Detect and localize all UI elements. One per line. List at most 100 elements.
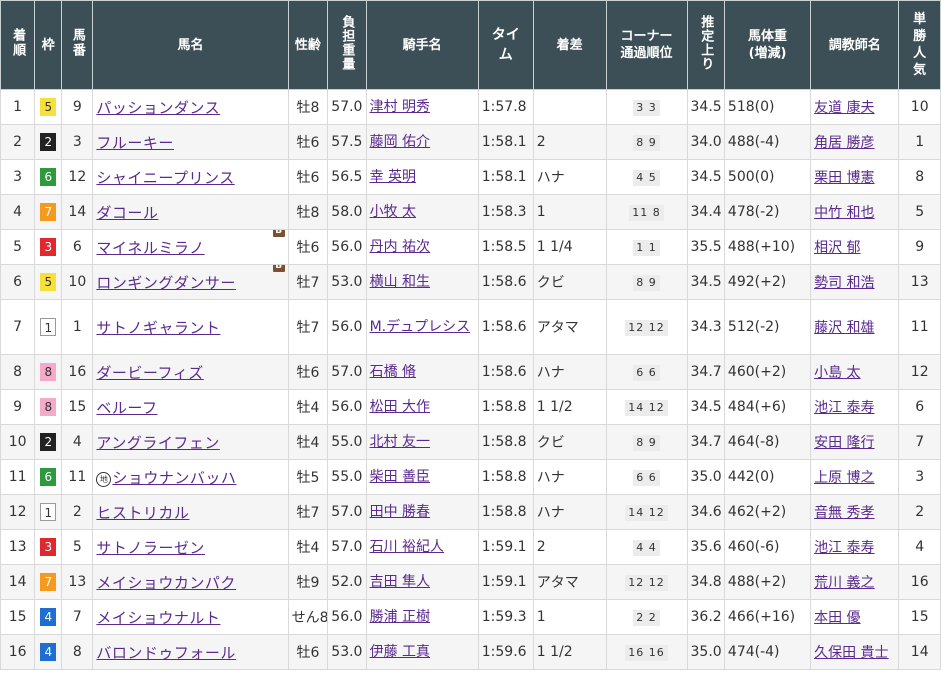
horse-link[interactable]: フルーキー	[96, 134, 174, 152]
header-pop[interactable]: 単勝人気	[898, 0, 941, 90]
trainer-link[interactable]: 安田 隆行	[814, 435, 874, 451]
jockey-link[interactable]: 丹内 祐次	[370, 239, 430, 255]
trainer-cell: 安田 隆行	[810, 424, 900, 460]
sexage-cell: 牡7	[287, 494, 329, 530]
trainer-link[interactable]: 荒川 義之	[814, 575, 874, 591]
jockey-link[interactable]: 田中 勝春	[370, 504, 430, 520]
jockey-link[interactable]: 北村 友一	[370, 434, 430, 450]
corner-second: 9	[648, 135, 657, 149]
jockey-link[interactable]: 藤岡 佑介	[370, 134, 430, 150]
horse-link[interactable]: サトノギャラント	[96, 319, 220, 337]
horse-link[interactable]: ダービーフィズ	[96, 364, 203, 382]
trainer-cell: 勢司 和浩	[810, 264, 900, 300]
trainer-link[interactable]: 池江 泰寿	[814, 400, 874, 416]
waku-cell: 3	[34, 529, 63, 565]
last3f-cell: 34.5	[686, 264, 725, 300]
waku-cell: 6	[34, 159, 63, 195]
jockey-link[interactable]: 石川 裕紀人	[370, 539, 444, 555]
rank-cell: 4	[0, 194, 36, 230]
trainer-link[interactable]: 栗田 博憲	[814, 170, 874, 186]
trainer-link[interactable]: 音無 秀孝	[814, 505, 874, 521]
header-margin[interactable]: 着差	[532, 0, 607, 90]
header-waku[interactable]: 枠	[34, 0, 63, 90]
horse-link[interactable]: ヒストリカル	[96, 504, 189, 522]
header-rank[interactable]: 着順	[0, 0, 36, 90]
header-horse[interactable]: 馬名	[92, 0, 289, 90]
time-cell: 1:58.6	[477, 354, 534, 390]
horse-link[interactable]: アングライフェン	[96, 434, 219, 452]
trainer-link[interactable]: 久保田 貴士	[814, 645, 888, 661]
weight-cell: 57.0	[327, 89, 367, 125]
table-row: 3 6 12 シャイニープリンス 牡6 56.5 幸 英明 1:58.1 ハナ 4 5 34.5 50…	[0, 159, 941, 195]
time-cell: 1:59.3	[477, 599, 534, 635]
horse-link[interactable]: ロンギングダンサー	[96, 274, 236, 292]
header-time[interactable]: タイム	[477, 0, 534, 90]
header-body[interactable]: 馬体重 (増減)	[723, 0, 812, 90]
time-cell: 1:58.5	[477, 229, 534, 265]
last3f-cell: 35.6	[686, 529, 725, 565]
rank-cell: 12	[0, 494, 36, 530]
jockey-link[interactable]: 石橋 脩	[370, 364, 416, 380]
jockey-link[interactable]: 松田 大作	[370, 399, 430, 415]
waku-badge: 3	[40, 238, 57, 256]
trainer-link[interactable]: 中竹 和也	[814, 205, 874, 221]
jockey-link[interactable]: 津村 明秀	[370, 99, 430, 115]
trainer-link[interactable]: 友道 康夫	[814, 100, 874, 116]
horse-link[interactable]: バロンドゥフォール	[96, 644, 236, 662]
trainer-link[interactable]: 藤沢 和雄	[814, 320, 874, 336]
trainer-link[interactable]: 勢司 和浩	[814, 275, 874, 291]
horse-link[interactable]: ダコール	[96, 204, 158, 222]
horse-link[interactable]: サトノラーゼン	[96, 539, 205, 557]
jockey-link[interactable]: M.デュプレシス	[370, 319, 471, 335]
header-corner[interactable]: コーナー 通過順位	[605, 0, 688, 90]
jockey-link[interactable]: 小牧 太	[370, 204, 416, 220]
header-sexage[interactable]: 性齢	[287, 0, 329, 90]
weight-cell: 56.0	[327, 299, 367, 355]
horse-cell: サトノギャラント	[92, 299, 289, 355]
popularity-cell: 4	[898, 529, 941, 565]
horse-link[interactable]: メイショウカンパク	[96, 574, 236, 592]
trainer-link[interactable]: 池江 泰寿	[814, 540, 874, 556]
popularity-cell: 3	[898, 459, 941, 495]
jockey-cell: 勝浦 正樹	[365, 599, 479, 635]
header-jockey[interactable]: 騎手名	[365, 0, 479, 90]
horse-link[interactable]: メイショウナルト	[96, 609, 220, 627]
horse-link[interactable]: ショウナンバッハ	[112, 469, 236, 487]
sexage-cell: 牡6	[287, 159, 329, 195]
body-weight-cell: 488(-4)	[723, 124, 812, 160]
corner-order: 8 9	[633, 134, 660, 151]
trainer-link[interactable]: 本田 優	[814, 610, 860, 626]
horse-link[interactable]: マイネルミラノ	[96, 239, 204, 257]
corner-order: 6 6	[633, 364, 660, 381]
corner-first: 8	[636, 435, 645, 449]
jockey-link[interactable]: 伊藤 工真	[370, 644, 430, 660]
body-weight-cell: 474(-4)	[723, 634, 812, 670]
header-weight[interactable]: 負担重量	[327, 0, 367, 90]
body-weight-cell: 464(-8)	[723, 424, 812, 460]
last3f-cell: 34.6	[686, 494, 725, 530]
corner-order: 1 1	[633, 239, 660, 256]
trainer-link[interactable]: 上原 博之	[814, 470, 874, 486]
body-weight-cell: 460(+2)	[723, 354, 812, 390]
jockey-cell: 小牧 太	[365, 194, 479, 230]
trainer-link[interactable]: 小島 太	[814, 365, 860, 381]
trainer-cell: 本田 優	[810, 599, 900, 635]
jockey-link[interactable]: 吉田 隼人	[370, 574, 430, 590]
corner-second: 12	[648, 575, 665, 589]
body-weight-cell: 488(+2)	[723, 564, 812, 600]
trainer-cell: 小島 太	[810, 354, 900, 390]
jockey-link[interactable]: 勝浦 正樹	[370, 609, 430, 625]
horse-link[interactable]: シャイニープリンス	[96, 169, 234, 187]
header-last3f[interactable]: 推定上り	[686, 0, 725, 90]
horse-link[interactable]: パッションダンス	[96, 99, 220, 117]
jockey-link[interactable]: 柴田 善臣	[370, 469, 430, 485]
table-row: 7 1 1 サトノギャラント 牡7 56.0 M.デュプレシス 1:58.6 アタマ 12 12 3…	[0, 299, 941, 355]
header-num[interactable]: 馬番	[61, 0, 94, 90]
table-row: 13 3 5 サトノラーゼン 牡4 57.0 石川 裕紀人 1:59.1 2 4 4 35.6 460…	[0, 529, 941, 565]
jockey-link[interactable]: 幸 英明	[370, 169, 416, 185]
trainer-link[interactable]: 相沢 郁	[814, 240, 860, 256]
horse-link[interactable]: ベルーフ	[96, 399, 157, 417]
header-trainer[interactable]: 調教師名	[810, 0, 900, 90]
trainer-link[interactable]: 角居 勝彦	[814, 135, 874, 151]
jockey-link[interactable]: 横山 和生	[370, 274, 430, 290]
